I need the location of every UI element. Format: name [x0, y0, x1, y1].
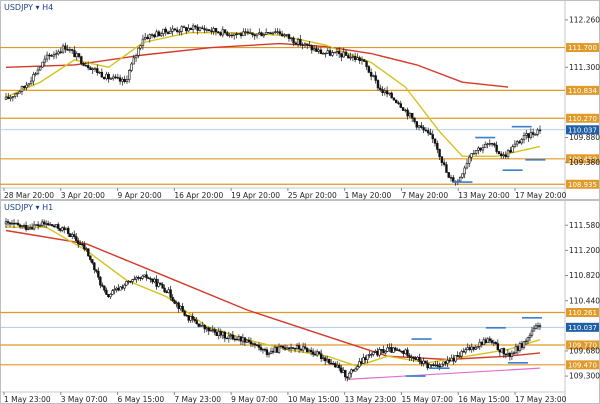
price-tick-label: 110.440 — [569, 296, 600, 305]
time-tick-label: 28 Mar 20:00 — [4, 191, 54, 200]
candle — [39, 66, 42, 71]
candle — [87, 248, 90, 257]
chart-frame — [0, 200, 600, 404]
candle — [305, 347, 309, 353]
price-tick-label: 109.680 — [569, 347, 600, 356]
time-tick-label: 7 May 23:00 — [174, 395, 221, 404]
candle — [447, 172, 450, 178]
time-tick-label: 13 May 23:00 — [345, 395, 397, 404]
level-price-text: 110.261 — [568, 309, 597, 317]
candle — [41, 61, 44, 69]
time-tick-label: 25 Apr 20:00 — [288, 191, 337, 200]
candle — [50, 224, 54, 227]
time-tick-label: 17 May 23:00 — [515, 395, 567, 404]
price-tick-label: 112.260 — [569, 15, 600, 24]
time-tick-label: 9 Apr 20:00 — [118, 191, 162, 200]
time-tick-label: 15 May 07:00 — [401, 395, 453, 404]
candle — [401, 107, 405, 111]
candle — [424, 360, 427, 364]
candle — [267, 32, 270, 34]
candle — [125, 280, 128, 287]
level-price-badge: 110.037 — [566, 322, 599, 332]
symbol-timeframe-label[interactable]: USDJPY ▾ H4 — [4, 3, 53, 12]
level-price-badge: 111.700 — [566, 43, 599, 52]
time-tick-label: 3 Apr 20:00 — [61, 191, 105, 200]
price-tick-label: 109.380 — [569, 158, 600, 167]
level-price-text: 111.700 — [568, 44, 597, 52]
level-price-text: 110.270 — [568, 115, 597, 123]
time-tick-label: 3 May 07:00 — [61, 395, 108, 404]
h1-chart[interactable]: 110.261110.037109.770109.470 111.580111.… — [0, 200, 600, 404]
candle — [207, 29, 211, 32]
candle — [333, 51, 336, 54]
level-price-badge: 108.935 — [566, 179, 599, 189]
time-tick-label: 19 Apr 20:00 — [231, 191, 280, 200]
candle — [392, 346, 395, 353]
symbol-timeframe-label[interactable]: USDJPY ▾ H1 — [4, 203, 53, 212]
time-tick-label: 1 May 20:00 — [345, 191, 392, 200]
candle — [69, 233, 72, 238]
level-price-badge: 110.270 — [566, 113, 599, 123]
time-tick-label: 10 May 15:00 — [288, 395, 340, 404]
candle — [34, 224, 38, 226]
candle — [237, 33, 240, 35]
level-price-text: 110.834 — [568, 87, 597, 95]
time-tick-label: 1 May 23:00 — [4, 395, 51, 404]
level-price-text: 110.037 — [568, 324, 597, 332]
time-tick-label: 13 May 20:00 — [458, 191, 510, 200]
level-price-badge: 110.261 — [566, 308, 599, 317]
price-tick-label: 109.300 — [569, 372, 600, 381]
candle — [367, 65, 371, 74]
level-price-text: 109.470 — [568, 361, 597, 369]
time-tick-label: 16 Apr 20:00 — [174, 191, 223, 200]
price-tick-label: 111.580 — [569, 221, 600, 230]
candle — [225, 337, 229, 340]
candle — [352, 369, 355, 372]
price-tick-label: 109.880 — [569, 133, 600, 142]
price-tick-label: 111.300 — [569, 63, 600, 72]
time-tick-label: 9 May 07:00 — [231, 395, 278, 404]
candle — [119, 286, 122, 291]
chart-window: 111.700 110.834 110.270 110.037 109.450 108.9… — [0, 0, 600, 404]
h4-chart[interactable]: 111.700110.834110.270110.037109.450108.9… — [0, 0, 600, 200]
time-tick-label: 6 May 15:00 — [118, 395, 165, 404]
level-price-badge: 109.470 — [566, 360, 599, 369]
candle — [395, 99, 398, 104]
level-price-badge: 110.834 — [566, 85, 599, 95]
time-tick-label: 17 May 20:00 — [515, 191, 567, 200]
time-tick-label: 16 May 15:00 — [458, 395, 510, 404]
candle — [497, 150, 501, 155]
time-tick-label: 7 May 20:00 — [401, 191, 448, 200]
candle — [500, 348, 504, 353]
level-price-text: 108.935 — [568, 181, 597, 189]
price-tick-label: 110.820 — [569, 271, 600, 280]
candle — [65, 227, 68, 231]
candle — [440, 363, 443, 368]
price-tick-label: 111.200 — [569, 246, 600, 255]
candle — [476, 345, 479, 349]
